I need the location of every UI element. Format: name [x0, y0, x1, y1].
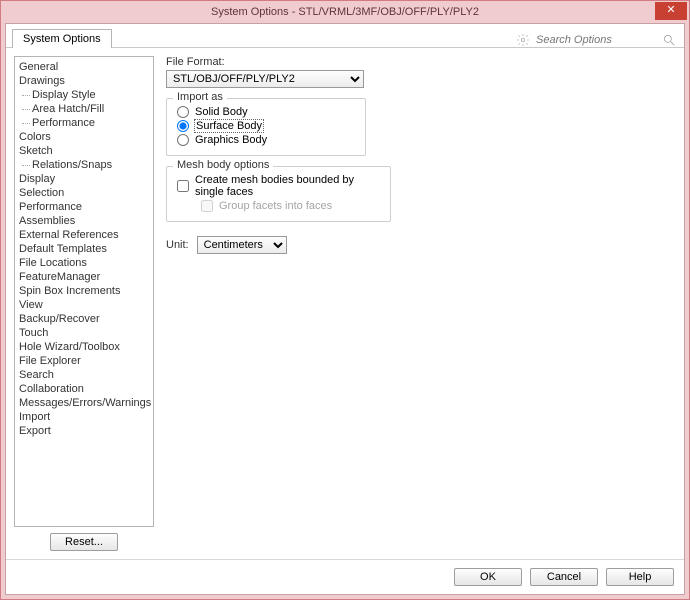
chk-group-facets-row: Group facets into faces	[177, 199, 380, 213]
unit-select[interactable]: Centimeters	[197, 236, 287, 254]
gear-icon	[516, 33, 530, 47]
topbar: System Options	[6, 24, 684, 48]
main-area: GeneralDrawingsDisplay StyleArea Hatch/F…	[6, 48, 684, 559]
tree-item[interactable]: FeatureManager	[19, 270, 149, 284]
radio-surface-body-row: Surface Body	[177, 119, 355, 133]
tree-item[interactable]: File Explorer	[19, 354, 149, 368]
cancel-button[interactable]: Cancel	[530, 568, 598, 586]
tree-item[interactable]: Area Hatch/Fill	[19, 102, 149, 116]
radio-graphics-body-row: Graphics Body	[177, 133, 355, 147]
chk-create-mesh-row: Create mesh bodies bounded by single fac…	[177, 173, 380, 199]
help-button[interactable]: Help	[606, 568, 674, 586]
radio-graphics-body-label: Graphics Body	[195, 134, 267, 146]
unit-label: Unit:	[166, 239, 189, 251]
tree-item[interactable]: Search	[19, 368, 149, 382]
search-input[interactable]	[536, 34, 656, 46]
unit-row: Unit: Centimeters	[166, 236, 672, 254]
window-title: System Options - STL/VRML/3MF/OBJ/OFF/PL…	[1, 6, 689, 18]
tree-item[interactable]: Spin Box Increments	[19, 284, 149, 298]
reset-row: Reset...	[14, 527, 154, 555]
chk-create-mesh-label: Create mesh bodies bounded by single fac…	[195, 174, 380, 198]
tree-item[interactable]: Performance	[19, 116, 149, 130]
chk-create-mesh[interactable]	[177, 180, 189, 192]
reset-button[interactable]: Reset...	[50, 533, 118, 551]
tree-item[interactable]: Drawings	[19, 74, 149, 88]
mesh-options-legend: Mesh body options	[173, 159, 273, 171]
radio-graphics-body[interactable]	[177, 134, 189, 146]
tree-item[interactable]: Display	[19, 172, 149, 186]
tree-item[interactable]: Messages/Errors/Warnings	[19, 396, 149, 410]
tree-item[interactable]: Sketch	[19, 144, 149, 158]
footer: OK Cancel Help	[6, 559, 684, 594]
tree-item[interactable]: Selection	[19, 186, 149, 200]
titlebar: System Options - STL/VRML/3MF/OBJ/OFF/PL…	[1, 1, 689, 23]
tree-item[interactable]: Hole Wizard/Toolbox	[19, 340, 149, 354]
chk-group-facets	[201, 200, 213, 212]
tree-item[interactable]: Default Templates	[19, 242, 149, 256]
tree-item[interactable]: General	[19, 60, 149, 74]
file-format-label: File Format:	[166, 56, 672, 68]
radio-surface-body-label: Surface Body	[195, 120, 264, 132]
tree-item[interactable]: Backup/Recover	[19, 312, 149, 326]
tree-item[interactable]: Touch	[19, 326, 149, 340]
options-window: System Options - STL/VRML/3MF/OBJ/OFF/PL…	[0, 0, 690, 600]
radio-solid-body-row: Solid Body	[177, 105, 355, 119]
close-button[interactable]: ✕	[655, 2, 687, 20]
tab-system-options[interactable]: System Options	[12, 29, 112, 48]
tree-item[interactable]: View	[19, 298, 149, 312]
radio-surface-body[interactable]	[177, 120, 189, 132]
tree-item[interactable]: Display Style	[19, 88, 149, 102]
file-format-select[interactable]: STL/OBJ/OFF/PLY/PLY2	[166, 70, 364, 88]
ok-button[interactable]: OK	[454, 568, 522, 586]
inner-panel: System Options GeneralDrawingsDisplay St…	[5, 23, 685, 595]
search-icon[interactable]	[662, 33, 676, 47]
chk-group-facets-label: Group facets into faces	[219, 200, 332, 212]
tree-item[interactable]: Colors	[19, 130, 149, 144]
search-box	[516, 33, 680, 47]
close-icon: ✕	[666, 4, 675, 16]
tree-item[interactable]: Collaboration	[19, 382, 149, 396]
category-tree[interactable]: GeneralDrawingsDisplay StyleArea Hatch/F…	[14, 56, 154, 527]
import-as-group: Import as Solid Body Surface Body Graphi…	[166, 98, 366, 156]
tree-item[interactable]: Export	[19, 424, 149, 438]
sidebar: GeneralDrawingsDisplay StyleArea Hatch/F…	[14, 56, 154, 555]
import-as-legend: Import as	[173, 91, 227, 103]
tree-item[interactable]: Import	[19, 410, 149, 424]
tree-item[interactable]: Assemblies	[19, 214, 149, 228]
mesh-options-group: Mesh body options Create mesh bodies bou…	[166, 166, 391, 222]
tree-item[interactable]: Performance	[19, 200, 149, 214]
radio-solid-body-label: Solid Body	[195, 106, 248, 118]
tree-item[interactable]: External References	[19, 228, 149, 242]
radio-solid-body[interactable]	[177, 106, 189, 118]
content-pane: File Format: STL/OBJ/OFF/PLY/PLY2 Import…	[162, 56, 676, 555]
tree-item[interactable]: Relations/Snaps	[19, 158, 149, 172]
tree-item[interactable]: File Locations	[19, 256, 149, 270]
